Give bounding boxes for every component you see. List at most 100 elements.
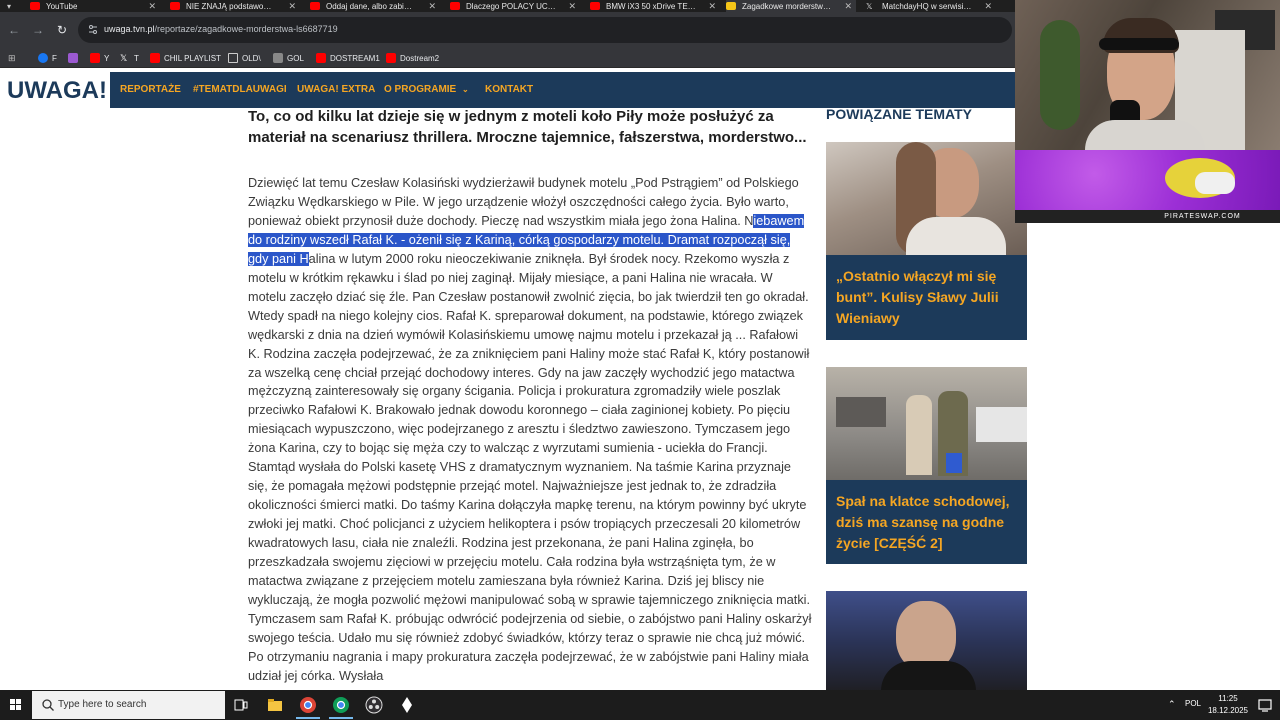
file-explorer-icon[interactable] [265,695,285,715]
search-placeholder: Type here to search [58,699,147,710]
chevron-down-icon: ⌄ [462,85,469,94]
nav-o-programie[interactable]: O PROGRAMIE ⌄ [384,84,469,95]
related-card[interactable]: „Ostatnio włączył mi się bunt”. Kulisy S… [826,142,1027,340]
tab-youtube[interactable]: YouTube ✕ [30,0,160,12]
article-text: Dziewięć lat temu Czesław Kolasiński wyd… [248,176,799,228]
tab-video-3[interactable]: Oddaj dane, albo zabierał... ✕ [310,0,440,12]
clock[interactable]: 11:25 18.12.2025 [1203,693,1253,717]
reload-icon[interactable]: ↻ [54,22,70,38]
bookmarks-bar: ⊞ F Y 𝕏T CHIL PLAYLIST OLD\ GOL DOSTREAM… [0,48,1015,68]
tab-label: NIE ZNAJĄ podstawowy... [186,1,276,11]
x-logo-icon: 𝕏 [866,2,873,11]
tab-x[interactable]: 𝕏 MatchdayHQ w serwisie X ✕ [866,0,996,12]
back-arrow-icon[interactable]: ← [6,22,22,38]
youtube-icon [450,2,460,10]
tab-label: YouTube [46,1,78,11]
bookmark-youtube[interactable]: Y [90,52,109,64]
tab-list-button[interactable]: ▾ [0,0,22,12]
webcam-feed [1015,0,1280,150]
tab-video-4[interactable]: Dlaczego POLACY UCIEK... ✕ [450,0,580,12]
overlay-brand: PIRATESWAP.COM [1015,210,1280,223]
bookmark-dostream1[interactable]: DOSTREAM1 [316,52,380,64]
close-icon[interactable]: ✕ [148,0,156,12]
url-field[interactable]: uwaga.tvn.pl/reportaze/zagadkowe-morders… [78,17,1012,43]
twitch-icon [68,53,78,63]
bookmark-twitch[interactable] [68,52,82,64]
apps-icon[interactable]: ⊞ [8,52,16,64]
x-logo-icon: 𝕏 [120,53,128,63]
nav-kontakt[interactable]: KONTAKT [485,84,533,95]
tab-active-article[interactable]: Zagadkowe morderstwa... ✕ [726,0,856,12]
gol-icon [273,53,283,63]
active-app-indicator [329,717,353,719]
bookmark-folder-old[interactable]: OLD\ [228,52,261,64]
chevron-up-icon[interactable]: ⌃ [1168,699,1176,710]
bookmark-facebook[interactable]: F [38,52,57,64]
search-icon [42,699,54,711]
street-van [976,407,1027,442]
url-path: /reportaze/zagadkowe-morderstwa-ls668771… [154,24,338,34]
app-icon[interactable] [397,695,417,715]
related-card-image [826,367,1027,480]
blue-bag [946,453,962,473]
close-icon[interactable]: ✕ [984,0,992,12]
related-card-caption: Spał na klatce schodowej, dziś ma szansę… [826,480,1027,564]
person-coat [906,395,932,475]
nav-tematdlauwagi[interactable]: #TEMATDLAUWAGI [193,84,287,95]
tab-label: BMW iX3 50 xDrive TEST... [606,1,696,11]
warning-icon [726,2,736,10]
bookmark-label: GOL [287,53,304,63]
close-icon[interactable]: ✕ [708,0,716,12]
tab-label: Dlaczego POLACY UCIEK... [466,1,556,11]
tab-video-5[interactable]: BMW iX3 50 xDrive TEST... ✕ [590,0,720,12]
bookmark-dostream2[interactable]: Dostream2 [386,52,439,64]
youtube-icon [150,53,160,63]
chrome-icon[interactable] [298,695,318,715]
plant-shape [1040,20,1080,130]
url-text: uwaga.tvn.pl/reportaze/zagadkowe-morders… [104,24,338,34]
close-icon[interactable]: ✕ [288,0,296,12]
windows-start-icon[interactable] [0,690,32,720]
forward-arrow-icon[interactable]: → [30,22,46,38]
site-logo[interactable]: UWAGA! [0,72,110,108]
youtube-icon [30,2,40,10]
bookmark-label: Dostream2 [400,53,440,63]
article-body: Dziewięć lat temu Czesław Kolasiński wyd… [248,174,813,686]
notification-icon[interactable] [1255,695,1275,715]
related-card[interactable]: Spał na klatce schodowej, dziś ma szansę… [826,367,1027,564]
browser-tab-strip: ▾ YouTube ✕ NIE ZNAJĄ podstawowy... ✕ Od… [0,0,1015,12]
bookmark-x[interactable]: 𝕏T [120,52,139,64]
youtube-icon [170,2,180,10]
youtube-icon [90,53,100,63]
nav-uwaga-extra[interactable]: UWAGA! EXTRA [297,84,375,95]
task-view-icon[interactable] [231,695,251,715]
bookmark-label: CHIL PLAYLIST [164,53,221,63]
obs-icon[interactable] [364,695,384,715]
address-bar-row: ← → ↻ uwaga.tvn.pl/reportaze/zagadkowe-m… [0,12,1015,48]
related-card-image [826,142,1027,255]
nav-reportaze[interactable]: REPORTAŻE [120,84,181,95]
bookmark-chill-playlist[interactable]: CHIL PLAYLIST [150,52,221,64]
bookmark-gol[interactable]: GOL [273,52,304,64]
article-lead: To, co od kilku lat dzieje się w jednym … [248,108,807,146]
windows-taskbar: Type here to search ⌃ POL 11:25 18.12.20… [0,690,1280,720]
youtube-icon [590,2,600,10]
clock-time: 11:25 [1218,694,1238,703]
portrait-shirt [906,217,1006,255]
taskbar-search-input[interactable]: Type here to search [32,691,225,719]
chrome-icon[interactable] [331,695,351,715]
mascot-face [1195,172,1235,194]
youtube-icon [316,53,326,63]
related-card[interactable] [826,591,1027,691]
nav-label: O PROGRAMIE [384,84,457,95]
close-icon[interactable]: ✕ [568,0,576,12]
site-info-icon[interactable] [88,24,98,36]
related-card-caption: „Ostatnio włączył mi się bunt”. Kulisy S… [826,255,1027,340]
logo-text: UWAGA! [7,77,107,104]
bookmark-label: T [134,53,139,63]
close-icon[interactable]: ✕ [428,0,436,12]
language-indicator[interactable]: POL [1185,699,1201,708]
folder-icon [228,53,238,63]
tab-video-2[interactable]: NIE ZNAJĄ podstawowy... ✕ [170,0,300,12]
close-icon[interactable]: ✕ [844,0,852,12]
